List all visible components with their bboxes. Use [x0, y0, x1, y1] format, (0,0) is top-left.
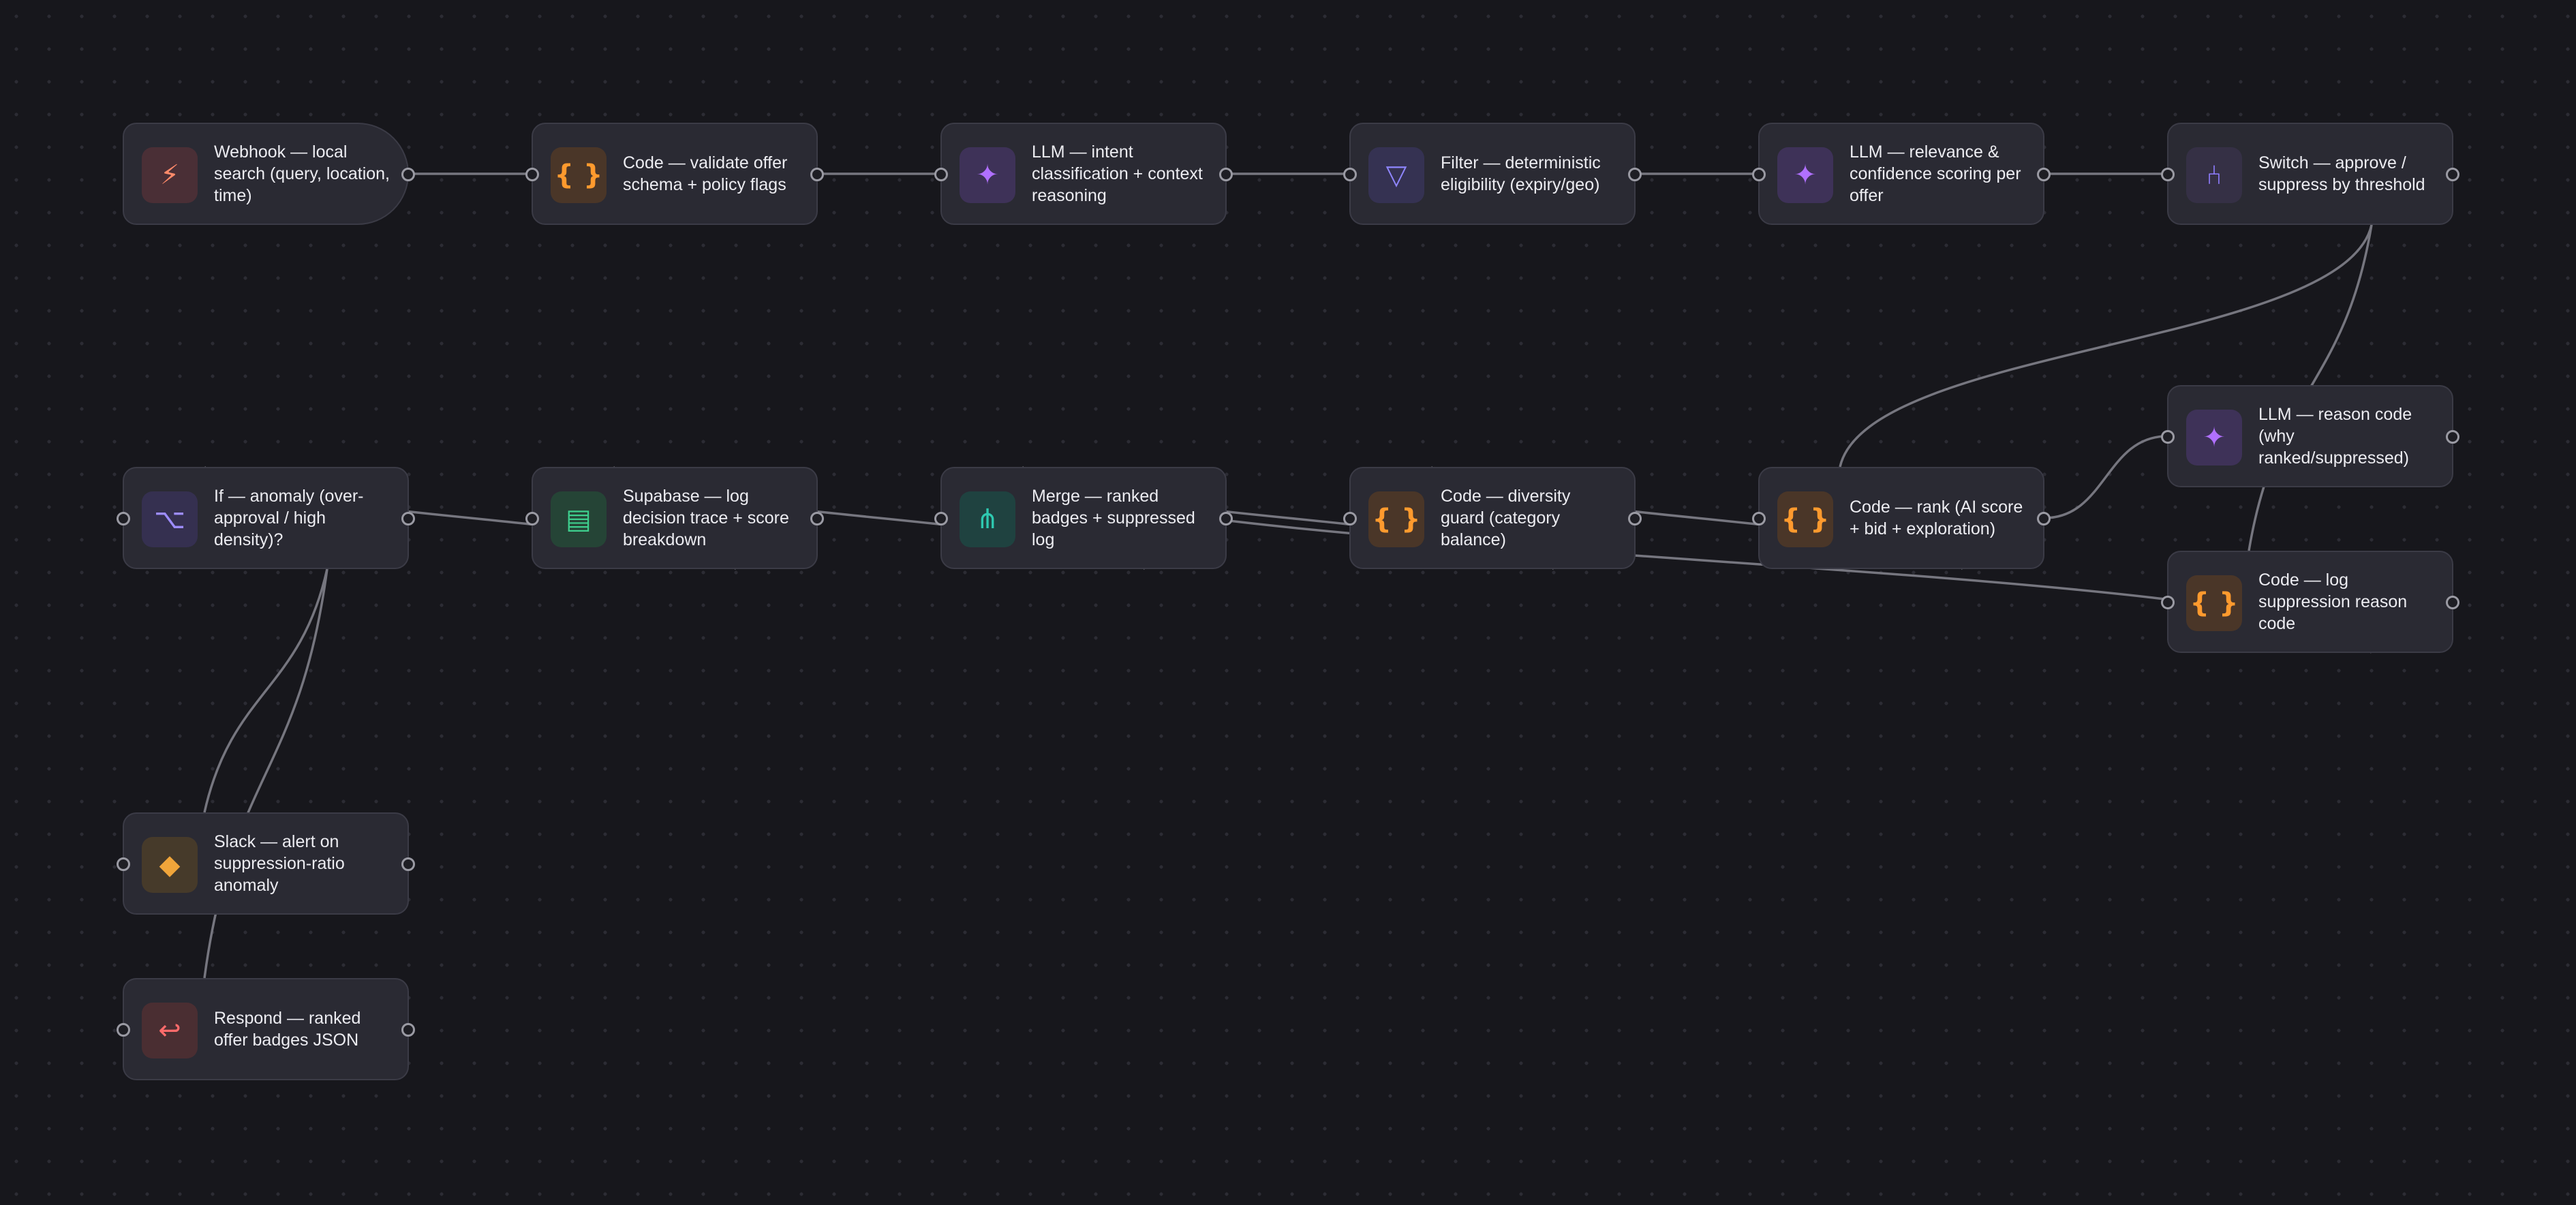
- input-port[interactable]: [1343, 168, 1357, 181]
- input-port[interactable]: [934, 512, 948, 525]
- output-port[interactable]: [1219, 512, 1233, 525]
- output-port[interactable]: [2037, 168, 2051, 181]
- merge-icon: ⋔: [960, 491, 1015, 547]
- node-logsupp[interactable]: { } Code — log suppression reason code: [2161, 551, 2459, 653]
- database-icon: ▤: [551, 491, 607, 547]
- sparkle-icon: ✦: [2186, 410, 2242, 466]
- filter-icon: ▽: [1368, 147, 1424, 203]
- node-label: LLM — relevance & confidence scoring per…: [1850, 142, 2021, 205]
- input-port[interactable]: [2161, 430, 2175, 444]
- node-merge[interactable]: ⋔ Merge — ranked badges + suppressed log: [934, 467, 1233, 569]
- input-port[interactable]: [1752, 512, 1766, 525]
- node-filter[interactable]: ▽ Filter — deterministic eligibility (exp…: [1343, 123, 1642, 225]
- node-supabase[interactable]: ▤ Supabase — log decision trace + score b…: [525, 467, 824, 569]
- output-port[interactable]: [2037, 512, 2051, 525]
- slack-icon: ◆: [142, 837, 198, 893]
- connection-anomaly-respond[interactable]: [203, 568, 328, 979]
- input-port[interactable]: [525, 168, 539, 181]
- code-braces-icon: { }: [2186, 575, 2242, 631]
- output-port[interactable]: [2446, 168, 2459, 181]
- node-intent[interactable]: ✦ LLM — intent classification + context r…: [934, 123, 1233, 225]
- input-port[interactable]: [2161, 168, 2175, 181]
- node-rank[interactable]: { } Code — rank (AI score + bid + explora…: [1752, 467, 2051, 569]
- input-port[interactable]: [2161, 596, 2175, 609]
- output-port[interactable]: [810, 512, 824, 525]
- input-port[interactable]: [117, 512, 130, 525]
- node-switch[interactable]: ⑃ Switch — approve / suppress by threshol…: [2161, 123, 2459, 225]
- code-braces-icon: { }: [1777, 491, 1833, 547]
- node-label: Webhook — local search (query, location,…: [214, 142, 390, 205]
- connection-rank-reason[interactable]: [2044, 435, 2168, 519]
- input-port[interactable]: [1343, 512, 1357, 525]
- input-port[interactable]: [525, 512, 539, 525]
- node-label: If — anomaly (over-approval / high densi…: [214, 487, 364, 549]
- lightning-icon: ⚡: [142, 147, 198, 203]
- code-braces-icon: { }: [1368, 491, 1424, 547]
- node-label: Code — diversity guard (category balance…: [1441, 487, 1571, 549]
- code-braces-icon: { }: [551, 147, 607, 203]
- node-label: Merge — ranked badges + suppressed log: [1032, 487, 1195, 549]
- node-label: Switch — approve / suppress by threshold: [2258, 153, 2425, 194]
- node-label: Code — log suppression reason code: [2258, 570, 2408, 633]
- output-port[interactable]: [401, 857, 415, 871]
- node-respond[interactable]: ↩ Respond — ranked offer badges JSON: [117, 978, 415, 1080]
- node-diversity[interactable]: { } Code — diversity guard (category bala…: [1343, 467, 1642, 569]
- node-label: LLM — intent classification + context re…: [1032, 142, 1203, 205]
- input-port[interactable]: [1752, 168, 1766, 181]
- output-port[interactable]: [401, 512, 415, 525]
- output-port[interactable]: [401, 1023, 415, 1037]
- branch-icon: ⑃: [2186, 147, 2242, 203]
- output-port[interactable]: [810, 168, 824, 181]
- input-port[interactable]: [117, 1023, 130, 1037]
- node-label: Supabase — log decision trace + score br…: [623, 487, 789, 549]
- sparkle-icon: ✦: [1777, 147, 1833, 203]
- output-port[interactable]: [1628, 512, 1642, 525]
- input-port[interactable]: [934, 168, 948, 181]
- return-icon: ↩: [142, 1003, 198, 1058]
- node-anomaly[interactable]: ⌥ If — anomaly (over-approval / high dens…: [117, 467, 415, 569]
- node-label: Respond — ranked offer badges JSON: [214, 1009, 361, 1050]
- node-relevance[interactable]: ✦ LLM — relevance & confidence scoring pe…: [1752, 123, 2051, 225]
- node-label: Code — rank (AI score + bid + exploratio…: [1850, 498, 2023, 538]
- node-label: Slack — alert on suppression-ratio anoma…: [214, 832, 345, 895]
- workflow-canvas[interactable]: ⚡ Webhook — local search (query, location…: [0, 0, 2576, 1205]
- output-port[interactable]: [1628, 168, 1642, 181]
- node-label: LLM — reason code (why ranked/suppressed…: [2258, 405, 2412, 468]
- node-validate[interactable]: { } Code — validate offer schema + policy…: [525, 123, 824, 225]
- node-webhook[interactable]: ⚡ Webhook — local search (query, location…: [123, 123, 415, 225]
- node-label: Filter — deterministic eligibility (expi…: [1441, 153, 1601, 194]
- node-label: Code — validate offer schema + policy fl…: [623, 153, 788, 194]
- if-branch-icon: ⌥: [142, 491, 198, 547]
- output-port[interactable]: [2446, 596, 2459, 609]
- node-slack[interactable]: ◆ Slack — alert on suppression-ratio anom…: [117, 812, 415, 915]
- node-reason[interactable]: ✦ LLM — reason code (why ranked/suppresse…: [2161, 385, 2459, 487]
- input-port[interactable]: [117, 857, 130, 871]
- output-port[interactable]: [401, 168, 415, 181]
- output-port[interactable]: [2446, 430, 2459, 444]
- output-port[interactable]: [1219, 168, 1233, 181]
- sparkle-icon: ✦: [960, 147, 1015, 203]
